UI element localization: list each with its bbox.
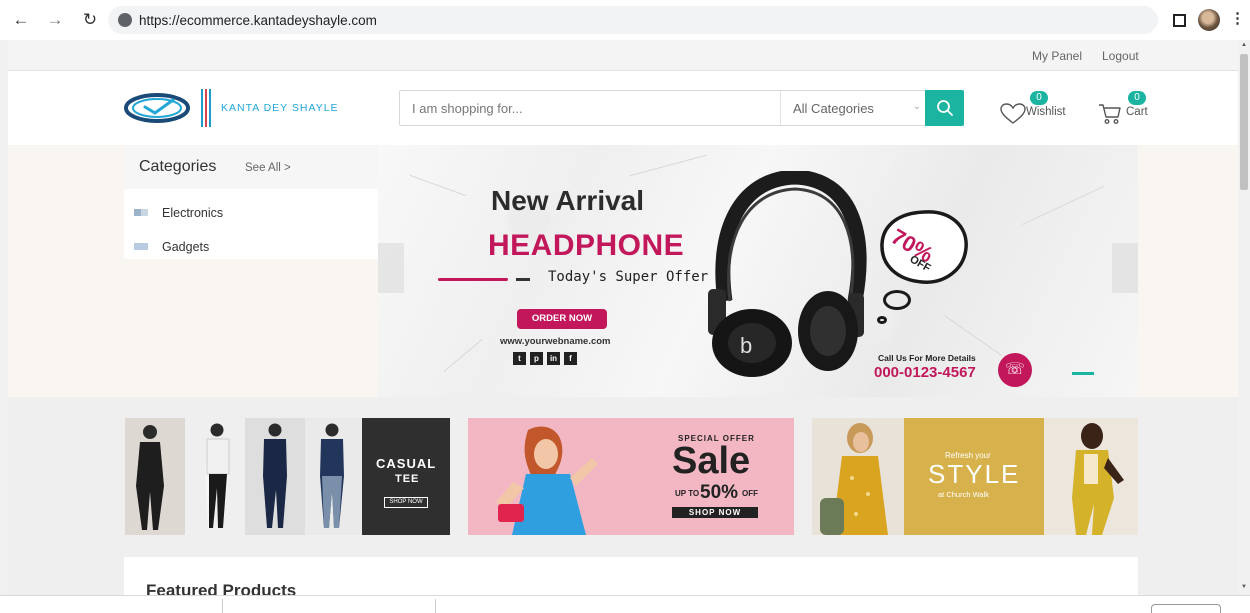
promo-shop-now-button[interactable]: SHOP NOW [672,507,758,518]
site-info-icon[interactable] [118,13,132,27]
promo-banner-sale[interactable]: SPECIAL OFFER Sale UP TO 50% OFF SHOP NO… [468,418,794,535]
promo-upto-label: UP TO [675,489,700,498]
phone-icon: ☏ [998,353,1032,387]
my-panel-link[interactable]: My Panel [1032,49,1082,63]
logout-link[interactable]: Logout [1102,49,1139,63]
search-input[interactable] [400,91,780,125]
hero-slider[interactable]: New Arrival HEADPHONE Today's Super Offe… [378,145,1138,397]
browser-menu-icon[interactable]: ⋮ [1230,11,1245,26]
chevron-down-icon: ⌄ [912,101,921,112]
logo-swoosh-icon [124,93,190,123]
promo-tee-label: TEE [395,473,420,485]
order-now-button[interactable]: ORDER NOW [517,309,607,329]
download-bar [0,595,1250,613]
search-button[interactable] [925,90,964,126]
category-item-label: Electronics [162,205,224,220]
see-all-link[interactable]: See All > [245,162,291,174]
cart-link[interactable]: 0 Cart [1098,91,1158,129]
twitter-icon: t [513,352,526,365]
category-select-value: All Categories [793,100,874,116]
bubble-tail-large [883,290,911,310]
address-bar[interactable]: https://ecommerce.kantadeyshayle.com [108,6,1158,34]
slider-indicator[interactable] [1072,372,1094,375]
categories-header: Categories See All > [124,145,378,189]
slide-underline-accent [516,278,530,281]
scroll-down-icon[interactable]: ▼ [1241,584,1247,590]
download-bar-divider [435,599,436,613]
site-logo[interactable]: KANTA DEY SHAYLE [123,89,353,127]
site-header: KANTA DEY SHAYLE All Categories ⌄ 0 Wish… [8,71,1238,145]
call-number: 000-0123-4567 [874,364,976,381]
logo-text: KANTA DEY SHAYLE [221,102,339,114]
featured-products-section: Featured Products [124,557,1138,595]
profile-avatar[interactable] [1198,9,1220,31]
slide-tagline: Today's Super Offer [548,269,709,285]
pinterest-icon: p [530,352,543,365]
category-item-gadgets[interactable]: Gadgets [124,230,378,263]
category-item-electronics[interactable]: Electronics [124,196,378,229]
top-bar: My Panel Logout [8,40,1238,71]
slide-product: HEADPHONE [488,229,685,262]
scrollbar-thumb[interactable] [1240,54,1248,190]
slide-title: New Arrival [491,185,645,216]
promo-sale-headline: Sale [672,440,751,482]
logo-divider [201,89,211,127]
cart-label: Cart [1126,106,1148,118]
svg-text:b: b [740,333,752,358]
show-all-button[interactable] [1151,604,1221,613]
wishlist-count-badge: 0 [1030,91,1048,105]
promo-sale-percent: 50% [700,482,739,503]
headphone-image: b [708,171,867,377]
promo-off-label: OFF [742,489,758,498]
browser-toolbar: ← → ↻ https://ecommerce.kantadeyshayle.c… [0,0,1250,40]
cart-icon [1099,104,1121,124]
facebook-icon: f [564,352,577,365]
forward-arrow-icon[interactable]: → [44,9,66,31]
search-icon [936,100,953,116]
tab-search-icon[interactable] [1173,14,1186,27]
models-image [136,423,344,530]
promo-banner-style[interactable]: Refresh your STYLE at Church Walk [812,418,1138,535]
model-yellow-suit-image [1044,418,1138,535]
page-viewport: My Panel Logout KANTA DEY SHAYLE All Cat… [8,40,1238,595]
slider-prev-button[interactable] [378,243,404,293]
heart-icon [1000,103,1026,124]
reload-icon[interactable]: ↻ [79,9,101,31]
scroll-up-icon[interactable]: ▲ [1241,42,1247,48]
bubble-tail-small [877,316,887,324]
slider-next-button[interactable] [1112,243,1138,293]
page-scrollbar[interactable]: ▲ ▼ [1238,40,1250,595]
back-arrow-icon[interactable]: ← [10,9,32,31]
model-yellow-dress-image [812,418,904,535]
promo-casual-label: CASUAL [376,456,437,471]
social-icons: t p in f [513,352,577,365]
address-url[interactable]: https://ecommerce.kantadeyshayle.com [139,13,377,28]
slide-underline [438,278,508,281]
cart-count-badge: 0 [1128,91,1146,105]
promo-banner-casual-tee[interactable]: CASUAL TEE SHOP NOW [125,418,450,535]
linkedin-icon: in [547,352,560,365]
download-bar-divider [222,599,223,613]
categories-panel: Categories See All > Electronics Gadgets [124,145,378,259]
category-item-label: Gadgets [162,239,210,254]
promo-style-headline: STYLE [928,459,1021,489]
wishlist-link[interactable]: 0 Wishlist [1000,91,1074,129]
category-select[interactable]: All Categories ⌄ [781,91,927,125]
promo-shop-now-button[interactable]: SHOP NOW [384,497,428,508]
slide-website: www.yourwebname.com [500,336,611,347]
categories-title: Categories [139,158,217,175]
call-label: Call Us For More Details [878,353,976,363]
model-blue-dress-image [496,426,598,535]
gadgets-icon [134,243,148,250]
promo-walk-label: at Church Walk [938,490,989,499]
search-box: All Categories ⌄ [399,90,926,126]
wishlist-label: Wishlist [1026,106,1066,118]
featured-products-title: Featured Products [146,581,297,595]
electronics-icon [134,209,148,216]
